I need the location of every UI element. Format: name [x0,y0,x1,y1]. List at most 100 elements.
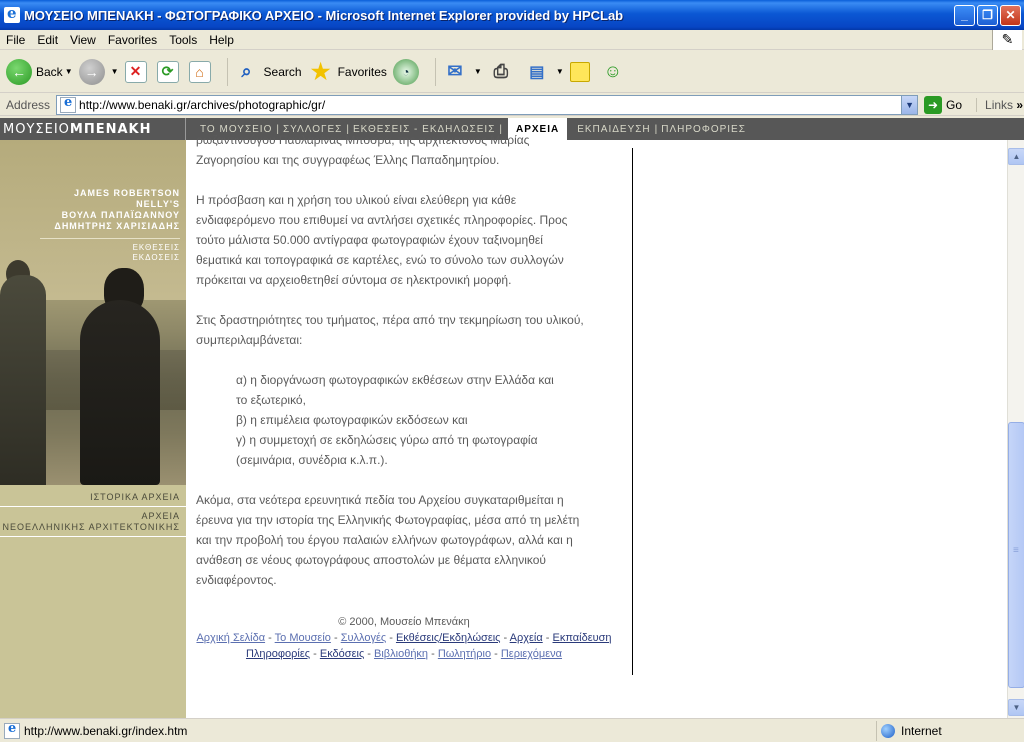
footer-link-museum[interactable]: Το Μουσείο [275,632,331,644]
text-line: έρευνα για την ιστορία της Ελληνικής Φωτ… [196,513,580,527]
link-line: ΝΕΟΕΛΛΗΝΙΚΗΣ ΑΡΧΙΤΕΚΤΟΝΙΚΗΣ [2,522,180,532]
caption-name: JAMES ROBERTSON [73,188,180,198]
footer-link-archives[interactable]: Αρχεία [510,632,543,644]
photo-figure [80,300,160,485]
mail-button[interactable]: ✉ ▼ [442,59,482,85]
page-footer: © 2000, Μουσείο Μπενάκη Αρχική Σελίδα - … [186,614,622,662]
history-button[interactable]: ◔ [392,58,423,85]
globe-icon [881,723,895,738]
caption-sub: ΕΚΔΟΣΕΙΣ [132,253,180,262]
go-button[interactable]: ➜ Go [924,95,962,114]
mail-dropdown-icon[interactable]: ▼ [474,67,482,76]
restore-button[interactable]: ❐ [977,4,998,26]
toolbar-separator [434,57,436,86]
notes-button[interactable] [569,61,594,82]
menu-bar: File Edit View Favorites Tools Help ✎ [0,30,1024,50]
scroll-up-icon[interactable]: ▲ [1008,148,1024,165]
footer-link-education[interactable]: Εκπαίδευση [553,632,612,644]
address-label: Address [6,97,51,112]
messenger-button[interactable]: ☺ [600,59,630,85]
links-button[interactable]: Links » [976,97,1023,112]
zone-label: Internet [901,723,942,738]
museum-logo[interactable]: ΜΟΥΣΕΙΟ ΜΠΕΝΑΚΗ [0,118,186,140]
forward-button[interactable]: → ▼ [78,58,119,85]
text-line: Ακόμα, στα νεότερα ερευνητικά πεδία του … [196,493,564,507]
caption-name: ΔΗΜΗΤΡΗΣ ΧΑΡΙΣΙΑΔΗΣ [54,221,180,231]
favorites-button[interactable]: ★ Favorites [308,59,387,85]
home-button[interactable]: ⌂ [188,60,215,83]
footer-link-shop[interactable]: Πωλητήριο [438,648,491,660]
article-text: ρωζαντινούγου Παυλαρίνας Μποσρα, της αρχ… [196,133,616,590]
footer-link-home[interactable]: Αρχική Σελίδα [196,632,265,644]
footer-link-collections[interactable]: Συλλογές [341,632,386,644]
brand-bold: ΜΠΕΝΑΚΗ [69,121,152,137]
photo-figure [0,275,46,485]
vertical-scrollbar[interactable]: ▲ ▼ [1007,140,1024,718]
back-dropdown-icon[interactable]: ▼ [65,67,73,76]
forward-arrow-icon: → [78,58,105,85]
footer-link-exhibitions[interactable]: Εκθέσεις/Εκδηλώσεις [396,632,501,644]
links-label: Links [985,97,1014,112]
toolbar-separator [226,57,228,86]
window-title-bar: ΜΟΥΣΕΙΟ ΜΠΕΝΑΚΗ - ΦΩΤΟΓΡΑΦΙΚΟ ΑΡΧΕΙΟ - M… [0,0,1024,30]
page-viewport: ΜΟΥΣΕΙΟ ΜΠΕΝΑΚΗ ΤΟ ΜΟΥΣΕΙΟ | ΣΥΛΛΟΓΕΣ | Ε… [0,118,1024,718]
text-line: θεματικά και τοπογραφικά σε καρτέλες, εν… [196,253,564,267]
search-button[interactable]: ⌕ Search [234,59,302,85]
refresh-button[interactable]: ⟳ [156,60,183,83]
note-icon [569,61,590,82]
address-dropdown-icon[interactable]: ▼ [901,95,918,114]
caption-name: ΒΟΥΛΑ ΠΑΠΑΪΩΑΝΝΟΥ [61,210,180,220]
standard-toolbar: ← Back ▼ → ▼ ✕ ⟳ ⌂ ⌕ Search ★ Favorites … [0,51,1024,93]
architecture-archives-link[interactable]: ΑΡΧΕΙΑ ΝΕΟΕΛΛΗΝΙΚΗΣ ΑΡΧΙΤΕΚΤΟΝΙΚΗΣ [0,511,186,537]
close-button[interactable]: ✕ [1000,4,1021,26]
back-button[interactable]: ← Back ▼ [6,58,73,85]
mail-icon: ✉ [447,61,463,81]
caption-divider [40,238,180,239]
go-arrow-icon: ➜ [924,95,943,114]
main-content: ρωζαντινούγου Παυλαρίνας Μποσρα, της αρχ… [186,133,632,718]
page-icon [4,721,20,739]
refresh-icon: ⟳ [156,60,179,83]
menu-file[interactable]: File [0,33,31,47]
menu-edit[interactable]: Edit [31,33,64,47]
forward-dropdown-icon[interactable]: ▼ [111,67,119,76]
ie-icon [4,4,20,23]
photo-caption[interactable]: JAMES ROBERTSON NELLY'S ΒΟΥΛΑ ΠΑΠΑΪΩΑΝΝΟ… [20,188,180,263]
scroll-thumb[interactable] [1008,422,1024,688]
copyright: © 2000, Μουσείο Μπενάκη [338,616,470,628]
minimize-button[interactable]: _ [954,4,975,26]
search-icon: ⌕ [241,61,252,81]
edit-button[interactable]: ▤ ▼ [524,59,564,85]
menu-favorites[interactable]: Favorites [102,33,163,47]
historical-archives-link[interactable]: ΙΣΤΟΡΙΚΑ ΑΡΧΕΙΑ [0,492,186,507]
address-bar: Address http://www.benaki.gr/archives/ph… [0,94,1024,116]
footer-link-publications[interactable]: Εκδόσεις [320,648,364,660]
search-label: Search [263,64,302,79]
footer-links-row: Αρχική Σελίδα - Το Μουσείο - Συλλογές - … [196,632,612,644]
menu-view[interactable]: View [64,33,102,47]
back-label: Back [36,64,63,79]
address-input[interactable]: http://www.benaki.gr/archives/photograph… [56,94,919,115]
window-title: ΜΟΥΣΕΙΟ ΜΠΕΝΑΚΗ - ΦΩΤΟΓΡΑΦΙΚΟ ΑΡΧΕΙΟ - M… [24,7,624,23]
list-item: γ) η συμμετοχή σε εκδηλώσεις γύρω από τη… [236,433,538,447]
print-button[interactable]: ⎙ [488,59,518,85]
nav-information[interactable]: ΠΛΗΡΟΦΟΡΙΕΣ [657,124,750,135]
scroll-down-icon[interactable]: ▼ [1008,699,1024,716]
text-line: Ζαγορησίου και της συγγραφέως Έλλης Παπα… [196,153,500,167]
address-url[interactable]: http://www.benaki.gr/archives/photograph… [79,98,901,112]
footer-link-library[interactable]: Βιβλιοθήκη [374,648,428,660]
text-line: ενδιαφέροντος. [196,573,277,587]
menu-help[interactable]: Help [203,33,240,47]
edit-dropdown-icon[interactable]: ▼ [556,67,564,76]
link-line: ΑΡΧΕΙΑ [141,511,180,521]
list-item: το εξωτερικό, [236,393,306,407]
text-line: Στις δραστηριότητες του τμήματος, πέρα α… [196,313,584,327]
text-line: πρόκειται να αρχειοθετηθεί σύντομα σε ηλ… [196,273,512,287]
footer-link-information[interactable]: Πληροφορίες [246,648,310,660]
menu-tools[interactable]: Tools [163,33,203,47]
brand-logo-icon: ✎ [992,30,1022,50]
footer-link-contents[interactable]: Περιεχόμενα [501,648,562,660]
printer-icon: ⎙ [493,61,509,81]
text-line: και την προβολή του έργου παλαιών ελλήνω… [196,533,573,547]
stop-button[interactable]: ✕ [124,60,151,83]
